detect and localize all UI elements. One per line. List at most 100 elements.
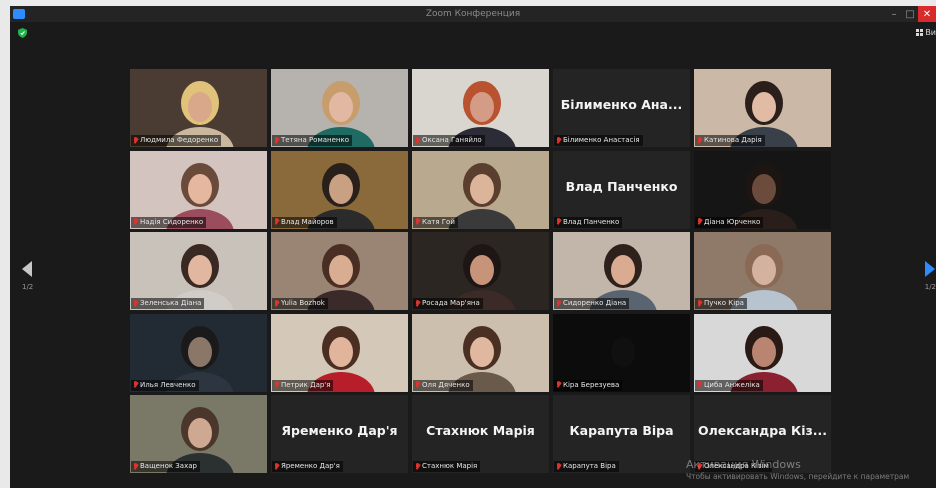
chevron-left-icon — [22, 261, 32, 277]
participant-name: Илья Левченко — [140, 380, 196, 389]
muted-mic-icon — [697, 381, 702, 389]
participant-tile[interactable]: Надія Сидоренко — [130, 150, 267, 229]
muted-mic-icon — [133, 381, 138, 389]
participant-tile[interactable]: Оксана Ганяйло — [412, 69, 549, 147]
participant-tile[interactable]: Діана Юрченко — [694, 150, 831, 229]
participant-name-label: Влад Майоров — [272, 216, 337, 228]
participant-tile[interactable]: Илья Левченко — [130, 313, 267, 392]
muted-mic-icon — [556, 136, 561, 145]
participant-name-label: Тетяна Романенко — [272, 135, 353, 146]
participant-name-label: Yulia Bozhok — [272, 298, 328, 309]
participant-tile[interactable]: Білименко Ана... Білименко Анастасія — [553, 69, 690, 147]
muted-mic-icon — [133, 462, 138, 471]
participant-name-label: Яременко Дар'я — [272, 461, 343, 472]
participant-tile[interactable]: Влад Панченко Влад Панченко — [553, 150, 690, 229]
participant-name: Кіра Березуева — [563, 380, 620, 389]
participant-name: Ващенок Захар — [140, 462, 197, 470]
participant-name-label: Влад Панченко — [554, 216, 623, 228]
minimize-button[interactable]: – — [886, 6, 902, 22]
participant-name-label: Ващенок Захар — [131, 461, 200, 472]
participant-name-label: Білименко Анастасія — [554, 135, 643, 146]
view-button[interactable]: Ви — [916, 28, 936, 37]
gallery-grid: Людмила Федоренко Тетяна Романенко Оксана … — [130, 69, 832, 475]
participant-tile[interactable]: Петрик Дар'я — [271, 313, 408, 392]
muted-mic-icon — [556, 299, 561, 308]
participant-name-label: Зеленська Діана — [131, 298, 205, 309]
participant-name: Росада Мар'яна — [422, 299, 480, 307]
participant-tile[interactable]: Людмила Федоренко — [130, 69, 267, 147]
participant-display-name: Стахнюк Марія — [426, 423, 535, 438]
participant-tile[interactable]: Стахнюк Марія Стахнюк Марія — [412, 395, 549, 473]
muted-mic-icon — [133, 218, 138, 226]
participant-name-label: Оля Дяченко — [413, 379, 473, 391]
participant-name: Влад Майоров — [281, 217, 334, 226]
participant-name-label: Илья Левченко — [131, 379, 199, 391]
participant-name: Петрик Дар'я — [281, 380, 331, 389]
participant-name: Циба Анжеліка — [704, 380, 760, 389]
participant-name-label: Пучко Кіра — [695, 298, 747, 309]
participant-tile[interactable]: Яременко Дар'я Яременко Дар'я — [271, 395, 408, 473]
participant-tile[interactable]: Катинова Дарія — [694, 69, 831, 147]
participant-tile[interactable]: Сидоренко Діана — [553, 232, 690, 310]
participant-tile[interactable]: Карапута Віра Карапута Віра — [553, 395, 690, 473]
participant-name-label: Оксана Ганяйло — [413, 135, 485, 146]
participant-name: Катя Гой — [422, 217, 455, 226]
view-button-label: Ви — [925, 28, 936, 37]
participant-name-label: Катинова Дарія — [695, 135, 765, 146]
chevron-right-icon — [924, 261, 935, 277]
muted-mic-icon — [415, 299, 420, 308]
watermark-line-1: Активация Windows — [686, 458, 801, 471]
outer-frame-left — [0, 0, 10, 488]
participant-tile[interactable]: Тетяна Романенко — [271, 69, 408, 147]
participant-display-name: Білименко Ана... — [560, 97, 683, 112]
zoom-window: Zoom Конференция – □ ✕ Ви 1/2 1/2 Людмил… — [10, 6, 936, 488]
participant-name: Білименко Анастасія — [563, 136, 640, 144]
participant-display-name: Влад Панченко — [565, 178, 678, 194]
participant-name-label: Кіра Березуева — [554, 379, 623, 391]
participant-tile[interactable]: Кіра Березуева — [553, 313, 690, 392]
participant-tile[interactable]: Катя Гой — [412, 150, 549, 229]
participant-name: Надія Сидоренко — [140, 217, 204, 226]
participant-tile[interactable]: Росада Мар'яна — [412, 232, 549, 310]
participant-name-label: Стахнюк Марія — [413, 461, 481, 472]
muted-mic-icon — [697, 136, 702, 145]
muted-mic-icon — [415, 462, 420, 471]
title-bar: Zoom Конференция – □ ✕ — [10, 6, 936, 22]
muted-mic-icon — [697, 299, 702, 308]
participant-tile[interactable]: Зеленська Діана — [130, 232, 267, 310]
participant-name-label: Циба Анжеліка — [695, 379, 763, 391]
participant-name: Оксана Ганяйло — [422, 136, 482, 144]
page-indicator-left: 1/2 — [22, 283, 34, 291]
participant-tile[interactable]: Циба Анжеліка — [694, 313, 831, 392]
participant-name: Влад Панченко — [563, 217, 620, 226]
previous-page-button[interactable]: 1/2 — [22, 261, 33, 291]
participant-name: Зеленська Діана — [140, 299, 202, 307]
participant-tile[interactable]: Оля Дяченко — [412, 313, 549, 392]
participant-name-label: Катя Гой — [413, 216, 458, 228]
muted-mic-icon — [274, 462, 279, 471]
watermark-line-2: Чтобы активировать Windows, перейдите к … — [686, 472, 910, 481]
muted-mic-icon — [274, 381, 279, 389]
window-title: Zoom Конференция — [425, 9, 521, 19]
participant-display-name: Олександра Кіз... — [697, 423, 828, 438]
participant-tile[interactable]: Влад Майоров — [271, 150, 408, 229]
page-indicator-right: 1/2 — [924, 283, 936, 291]
next-page-button[interactable]: 1/2 — [924, 261, 936, 291]
grid-view-icon — [916, 29, 924, 36]
participant-name: Оля Дяченко — [422, 380, 470, 389]
muted-mic-icon — [415, 136, 420, 145]
muted-mic-icon — [556, 218, 561, 226]
participant-tile[interactable]: Пучко Кіра — [694, 232, 831, 310]
participant-tile[interactable]: Yulia Bozhok — [271, 232, 408, 310]
participant-name-label: Сидоренко Діана — [554, 298, 630, 309]
muted-mic-icon — [556, 381, 561, 389]
maximize-button[interactable]: □ — [902, 6, 918, 22]
participant-name: Стахнюк Марія — [422, 462, 478, 470]
encryption-shield-icon[interactable] — [18, 28, 27, 38]
participant-tile[interactable]: Ващенок Захар — [130, 395, 267, 473]
muted-mic-icon — [274, 218, 279, 226]
close-button[interactable]: ✕ — [918, 6, 936, 22]
participant-name-label: Надія Сидоренко — [131, 216, 207, 228]
participant-name-label: Діана Юрченко — [695, 216, 764, 228]
participant-name: Пучко Кіра — [704, 299, 744, 307]
